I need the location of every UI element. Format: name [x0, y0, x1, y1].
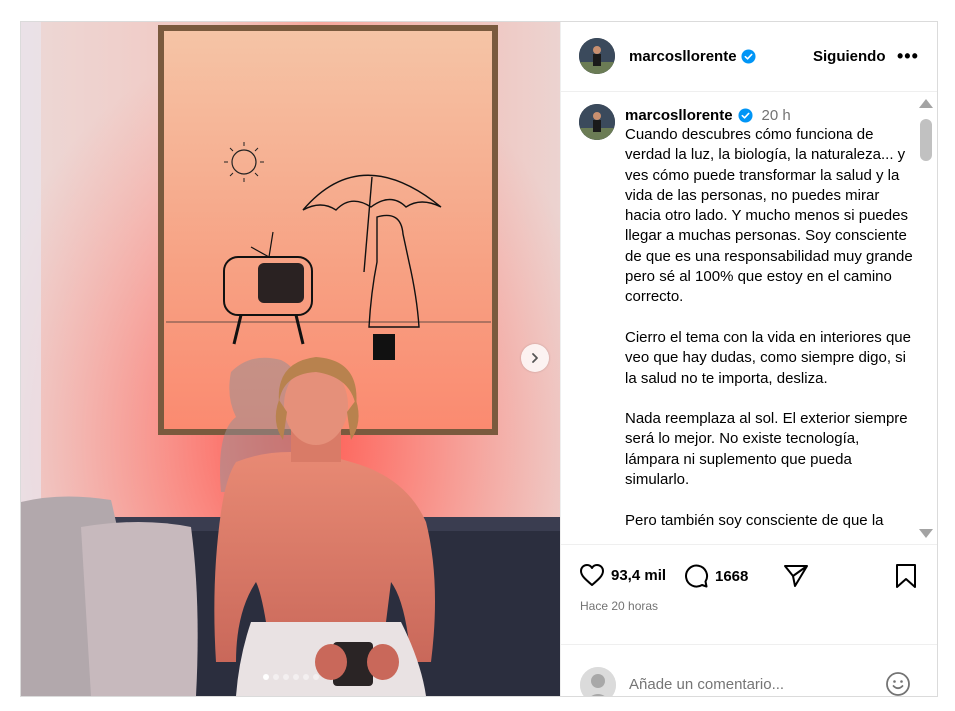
save-button[interactable] [895, 563, 917, 589]
carousel-dot [272, 674, 279, 680]
post-timestamp[interactable]: Hace 20 horas [580, 599, 658, 613]
scroll-up-arrow-icon[interactable] [919, 99, 933, 108]
post-actions: 93,4 mil 1668 Hace 20 horas [561, 544, 937, 644]
post-photo[interactable] [21, 22, 560, 696]
comment-button[interactable]: 1668 [683, 563, 748, 589]
verified-badge-icon [738, 108, 753, 123]
post-header: marcosllorente Siguiendo ••• [561, 22, 937, 92]
smiley-icon [886, 672, 910, 696]
comment-input[interactable] [629, 676, 879, 693]
scroll-down-arrow-icon[interactable] [919, 529, 933, 538]
post-time-ago[interactable]: 20 h [762, 107, 791, 124]
caption-scrollbar[interactable] [913, 93, 937, 544]
caption-author-avatar[interactable] [579, 104, 615, 140]
author-avatar[interactable] [579, 38, 615, 74]
post-container: marcosllorente Siguiendo ••• marcosllore… [20, 21, 938, 697]
likes-count[interactable]: 93,4 mil [611, 567, 666, 584]
verified-badge-icon [741, 49, 756, 64]
carousel-dot [262, 674, 269, 680]
carousel-dot [292, 674, 299, 680]
carousel-dot [312, 674, 319, 680]
post-media[interactable] [21, 22, 560, 696]
next-photo-button[interactable] [521, 344, 549, 372]
carousel-dot [282, 674, 289, 680]
bookmark-icon [896, 564, 916, 588]
scrollbar-thumb[interactable] [920, 119, 932, 161]
carousel-dot [302, 674, 309, 680]
more-options-icon[interactable]: ••• [897, 46, 919, 67]
following-button[interactable]: Siguiendo [813, 48, 886, 65]
author-username[interactable]: marcosllorente [629, 48, 737, 65]
add-comment-box [561, 644, 937, 696]
carousel-indicator [21, 674, 560, 680]
current-user-avatar [580, 667, 616, 696]
post-side-panel: marcosllorente Siguiendo ••• marcosllore… [560, 22, 937, 696]
emoji-button[interactable] [885, 671, 911, 696]
paper-plane-icon [784, 565, 808, 587]
caption-header: marcosllorente 20 h [625, 107, 791, 124]
caption-text: Cuando descubres cómo funciona de verdad… [625, 126, 913, 529]
caption-username[interactable]: marcosllorente [625, 107, 733, 124]
comment-bubble-icon [685, 564, 709, 588]
author-username-link[interactable]: marcosllorente [629, 48, 756, 65]
heart-icon [580, 564, 604, 586]
like-button[interactable]: 93,4 mil [579, 563, 666, 587]
caption-scroll-area[interactable]: marcosllorente 20 h Cuando descubres cóm… [561, 93, 937, 544]
share-button[interactable] [783, 564, 809, 588]
comments-count[interactable]: 1668 [715, 568, 748, 585]
chevron-right-icon [532, 353, 538, 363]
